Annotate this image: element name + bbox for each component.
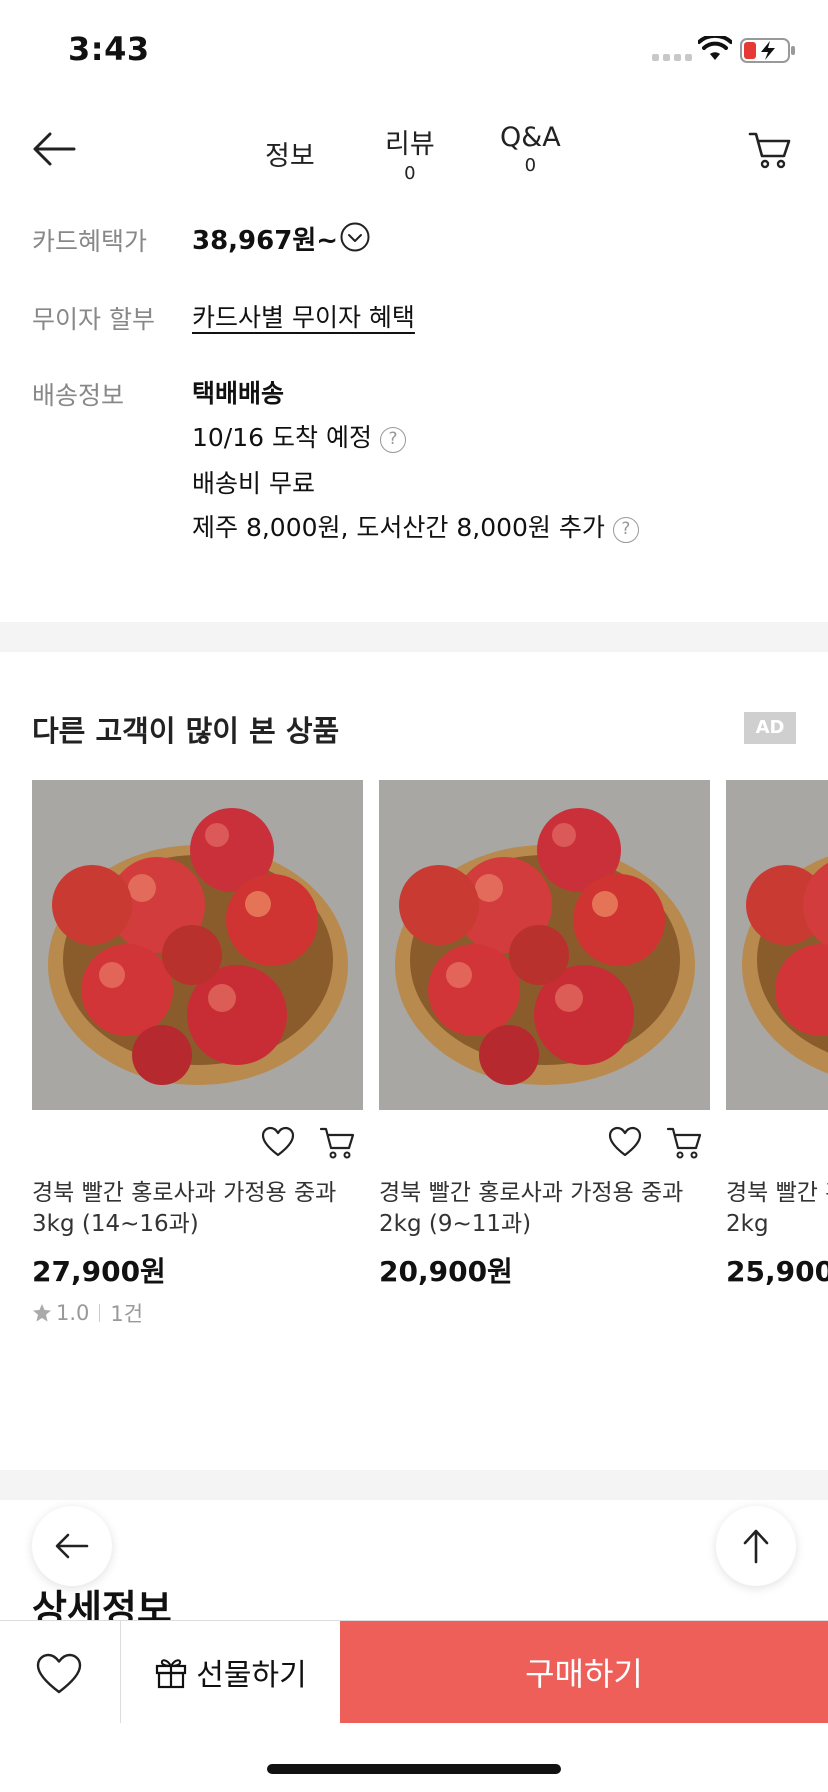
card-actions [253,1126,363,1166]
heart-icon[interactable] [261,1126,295,1158]
section-divider [0,1470,828,1500]
section-divider [0,622,828,652]
tab-qa-label: Q&A [500,122,561,153]
status-bar: 3:43 [0,0,828,100]
product-price: 20,900원 [379,1255,513,1288]
product-rating: 1.0 1건 [32,1298,143,1328]
heart-icon[interactable] [608,1126,642,1158]
gift-icon [156,1659,187,1689]
installment-link[interactable]: 카드사별 무이자 혜택 [192,298,415,334]
cart-icon[interactable] [319,1126,355,1160]
tab-qa[interactable]: Q&A 0 [500,122,561,176]
tab-info-label: 정보 [265,141,315,172]
shipping-fee: 배송비 무료 [192,469,315,498]
arrow-up-icon [743,1529,769,1564]
product-card[interactable]: 경북 빨간 홍로사과 가정용 중과 3kg (14~16과) 27,900원 1… [32,780,363,1326]
back-arrow-icon [55,1533,89,1559]
help-icon[interactable]: ? [379,427,406,453]
product-price: 27,900원 [32,1255,166,1288]
shipping-arrival-text: 10/16 도착 예정 [192,423,372,452]
back-arrow-icon[interactable] [30,128,78,170]
scroll-top-button[interactable] [716,1506,796,1586]
wishlist-button[interactable] [0,1621,121,1723]
cart-icon[interactable] [666,1126,702,1160]
apple-basket-image [32,780,363,1110]
gift-label: 선물하기 [196,1658,307,1693]
card-actions [600,1126,710,1166]
rating-value: 1.0 [56,1301,90,1325]
ad-badge: AD [744,712,796,744]
card-price-label: 카드혜택가 [32,227,148,256]
tab-info[interactable]: 정보 [265,134,315,173]
status-time: 3:43 [68,30,150,68]
chevron-down-circle-icon[interactable] [340,222,370,252]
installment-label: 무이자 할부 [32,305,155,334]
shipping-label: 배송정보 [32,381,125,410]
product-name[interactable]: 경북 빨간 홍로사과 가정용 대과 2kg [726,1178,828,1240]
rating-divider [99,1304,101,1322]
floating-back-button[interactable] [32,1506,112,1586]
product-name[interactable]: 경북 빨간 홍로사과 가정용 중과 3kg (14~16과) [32,1178,363,1240]
apple-basket-image [726,780,828,1110]
tab-review-count: 0 [404,163,416,184]
gift-button[interactable]: 선물하기 [121,1621,340,1723]
apple-basket-image [379,780,710,1110]
product-image[interactable] [726,780,828,1110]
home-indicator [267,1764,561,1774]
tab-review[interactable]: 리뷰 0 [385,122,435,184]
wifi-icon [698,36,732,60]
shipping-extra-text: 제주 8,000원, 도서산간 8,000원 추가 [192,513,605,542]
tab-review-label: 리뷰 [385,129,435,160]
buy-button[interactable]: 구매하기 [340,1621,828,1723]
review-count: 1건 [110,1302,144,1326]
help-icon[interactable]: ? [612,517,639,543]
top-nav: 정보 리뷰 0 Q&A 0 [0,110,828,190]
star-icon [33,1304,51,1322]
tab-qa-count: 0 [524,155,537,176]
card-price-value: 38,967원~ [192,226,339,256]
product-image[interactable] [379,780,710,1110]
recommended-title: 다른 고객이 많이 본 상품 [32,714,340,748]
product-name[interactable]: 경북 빨간 홍로사과 가정용 중과 2kg (9~11과) [379,1178,710,1240]
heart-icon [36,1653,82,1694]
bottom-action-bar: 선물하기 구매하기 [0,1620,828,1723]
product-card[interactable]: 경북 빨간 홍로사과 가정용 대과 2kg 25,900원 [726,780,828,1300]
cart-icon[interactable] [748,130,792,170]
shipping-method: 택배배송 [192,379,285,408]
buy-label: 구매하기 [525,1655,643,1693]
shipping-extra: 제주 8,000원, 도서산간 8,000원 추가? [192,508,639,544]
battery-icon [740,38,795,63]
cellular-signal-icon [652,54,692,61]
product-image[interactable] [32,780,363,1110]
product-card[interactable]: 경북 빨간 홍로사과 가정용 중과 2kg (9~11과) 20,900원 [379,780,710,1288]
product-price: 25,900원 [726,1255,828,1288]
shipping-arrival: 10/16 도착 예정? [192,418,406,454]
